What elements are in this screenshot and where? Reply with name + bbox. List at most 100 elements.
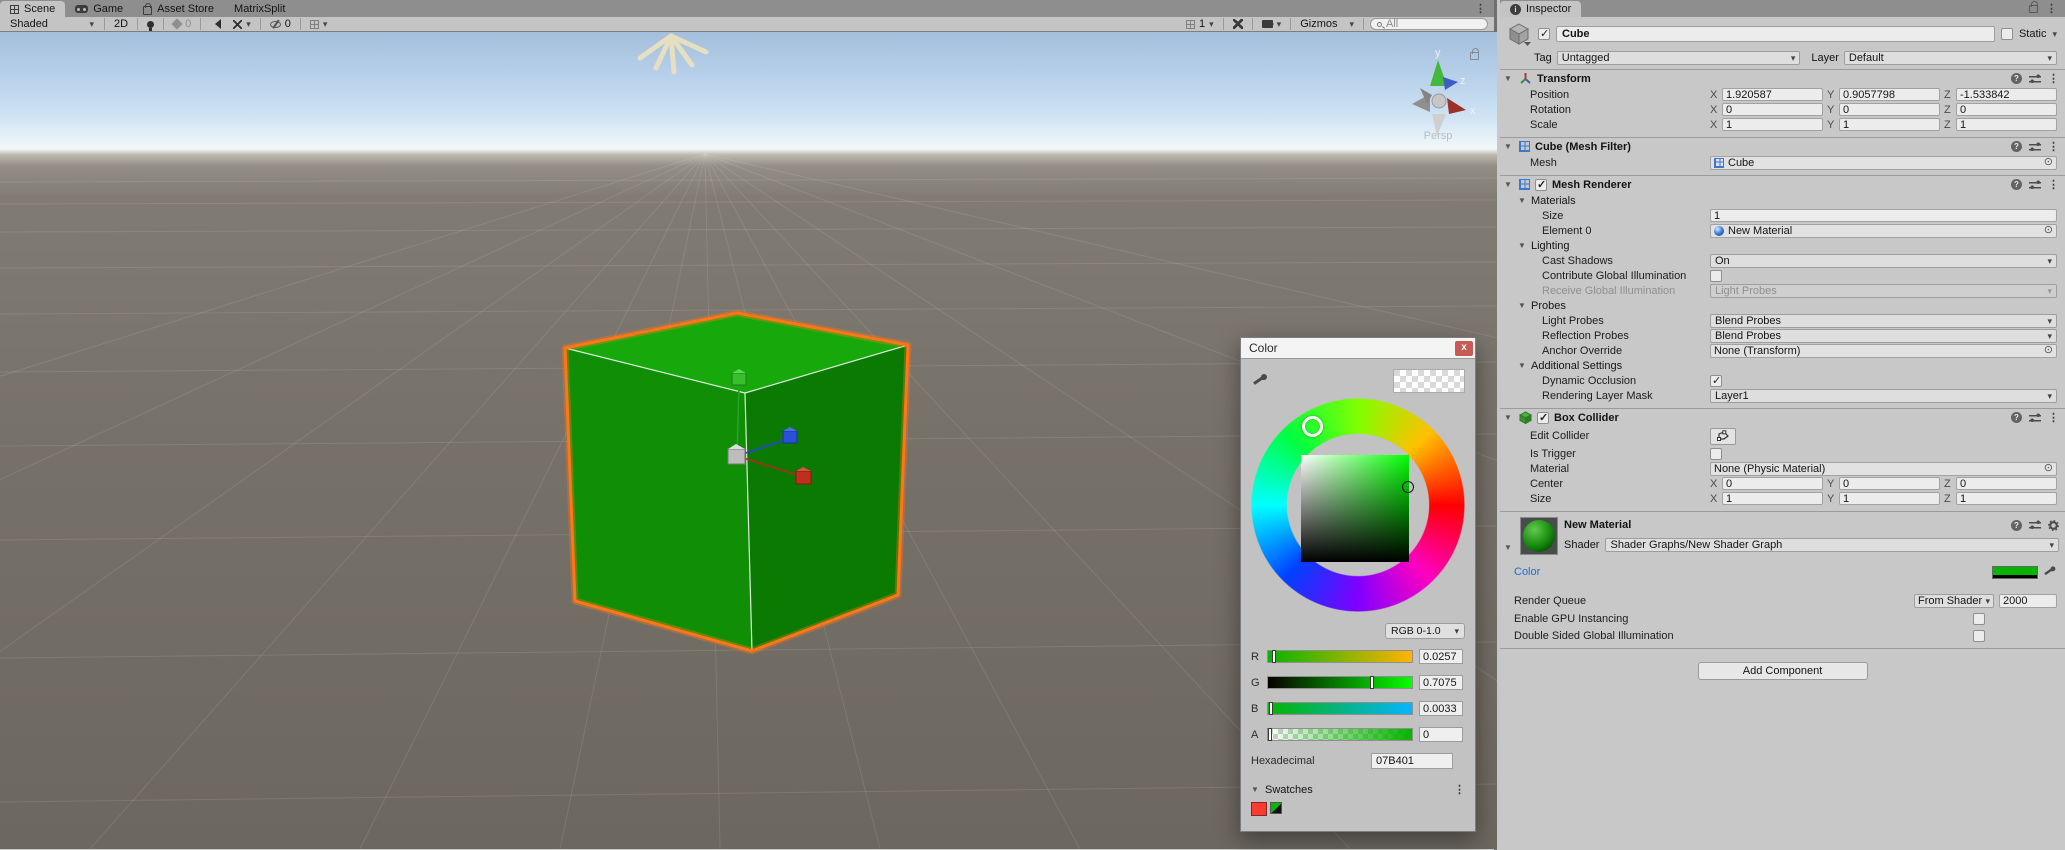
inspector-menu-icon[interactable]	[2046, 2, 2057, 15]
mesh-filter-menu-icon[interactable]	[2048, 140, 2059, 153]
scene-cube[interactable]	[565, 313, 908, 651]
position-z-field[interactable]: -1.533842	[1956, 88, 2057, 101]
rendering-layer-mask-dropdown[interactable]: Layer1	[1710, 389, 2057, 403]
toggle-2d-button[interactable]: 2D	[111, 18, 131, 31]
eyedropper-icon[interactable]	[1251, 373, 1267, 389]
position-x-field[interactable]: 1.920587	[1722, 88, 1823, 101]
tab-matrixsplit[interactable]: MatrixSplit	[224, 1, 295, 17]
rotation-x-field[interactable]: 0	[1722, 103, 1823, 116]
scene-camera-dropdown[interactable]	[1259, 18, 1285, 31]
preset-icon[interactable]	[2029, 179, 2041, 190]
tab-scene[interactable]: Scene	[0, 1, 65, 17]
mesh-renderer-foldout[interactable]	[1504, 180, 1514, 189]
help-icon[interactable]	[2011, 141, 2022, 152]
component-tools-button[interactable]	[1230, 18, 1246, 31]
close-button[interactable]: x	[1455, 341, 1473, 356]
gpu-instancing-checkbox[interactable]	[1973, 613, 1985, 625]
box-collider-enabled-checkbox[interactable]	[1537, 412, 1549, 424]
slider-track-a[interactable]	[1267, 728, 1413, 741]
swatch-green[interactable]	[1270, 802, 1282, 814]
size-y-field[interactable]: 1	[1839, 492, 1940, 505]
object-picker-icon[interactable]	[2044, 157, 2053, 168]
mesh-filter-foldout[interactable]	[1504, 142, 1514, 151]
cast-shadows-dropdown[interactable]: On	[1710, 254, 2057, 268]
swatches-foldout[interactable]: Swatches	[1251, 784, 1313, 796]
hex-input[interactable]: 07B401	[1371, 753, 1453, 769]
slider-value-b[interactable]: 0.0033	[1419, 701, 1463, 716]
lighting-foldout[interactable]: Lighting	[1500, 238, 2065, 253]
help-icon[interactable]	[2011, 179, 2022, 190]
object-picker-icon[interactable]	[2044, 463, 2053, 474]
tab-inspector[interactable]: Inspector	[1500, 1, 1581, 17]
double-sided-gi-checkbox[interactable]	[1973, 630, 1985, 642]
grid-visibility-dropdown[interactable]	[307, 18, 331, 31]
scene-lighting-button[interactable]	[144, 18, 157, 31]
mesh-object-field[interactable]: Cube	[1710, 156, 2057, 170]
saturation-value-square[interactable]	[1301, 455, 1409, 562]
hidden-objects-button[interactable]: 0	[267, 18, 294, 31]
slider-value-a[interactable]: 0	[1419, 727, 1463, 742]
layer-dropdown[interactable]: Default	[1844, 51, 2057, 65]
help-icon[interactable]	[2011, 412, 2022, 423]
additional-settings-foldout[interactable]: Additional Settings	[1500, 358, 2065, 373]
tab-game[interactable]: Game	[65, 1, 133, 17]
mesh-renderer-enabled-checkbox[interactable]	[1535, 179, 1547, 191]
preset-icon[interactable]	[2029, 141, 2041, 152]
material-color-swatch[interactable]	[1992, 566, 2038, 579]
scene-audio-button[interactable]	[207, 18, 224, 31]
gameobject-name-field[interactable]: Cube	[1556, 26, 1995, 42]
scene-tab-menu-icon[interactable]	[1475, 2, 1486, 15]
gizmos-dropdown[interactable]: Gizmos	[1297, 18, 1340, 31]
preset-icon[interactable]	[2029, 520, 2041, 531]
dynamic-occlusion-checkbox[interactable]	[1710, 375, 1722, 387]
color-dialog-titlebar[interactable]: Color x	[1241, 338, 1475, 359]
tag-dropdown[interactable]: Untagged	[1557, 51, 1801, 65]
gizmo-center[interactable]	[1432, 94, 1446, 108]
object-picker-icon[interactable]	[2044, 345, 2053, 356]
material-preview-thumbnail[interactable]	[1520, 517, 1558, 555]
swatches-menu-icon[interactable]	[1454, 783, 1465, 796]
gizmo-cone-x[interactable]	[1447, 98, 1466, 114]
scene-effects-dropdown[interactable]	[230, 18, 254, 31]
hue-ring-marker[interactable]	[1302, 416, 1323, 437]
gear-icon[interactable]	[2048, 520, 2059, 531]
gizmo-lock-icon[interactable]	[1470, 52, 1479, 60]
help-icon[interactable]	[2011, 520, 2022, 531]
anchor-override-field[interactable]: None (Transform)	[1710, 344, 2057, 358]
reflection-probes-dropdown[interactable]: Blend Probes	[1710, 329, 2057, 343]
materials-size-field[interactable]: 1	[1710, 209, 2057, 222]
size-x-field[interactable]: 1	[1722, 492, 1823, 505]
inspector-lock-icon[interactable]	[2029, 5, 2038, 13]
box-collider-menu-icon[interactable]	[2048, 411, 2059, 424]
sv-marker[interactable]	[1402, 481, 1414, 493]
scale-x-field[interactable]: 1	[1722, 118, 1823, 131]
physic-material-field[interactable]: None (Physic Material)	[1710, 462, 2057, 476]
help-icon[interactable]	[2011, 73, 2022, 84]
edit-collider-button[interactable]	[1710, 428, 1736, 445]
gizmos-caret[interactable]	[1346, 18, 1357, 31]
probes-foldout[interactable]: Probes	[1500, 298, 2065, 313]
preset-icon[interactable]	[2029, 73, 2041, 84]
object-picker-icon[interactable]	[2044, 225, 2053, 236]
persp-label[interactable]: Persp	[1398, 130, 1478, 142]
center-z-field[interactable]: 0	[1956, 477, 2057, 490]
material-foldout[interactable]	[1504, 543, 1514, 555]
add-component-button[interactable]: Add Component	[1698, 662, 1868, 680]
slider-track-r[interactable]	[1267, 650, 1413, 663]
is-trigger-checkbox[interactable]	[1710, 448, 1722, 460]
light-probes-dropdown[interactable]: Blend Probes	[1710, 314, 2057, 328]
camera-flare-toggle[interactable]: 0	[170, 18, 194, 31]
slider-track-b[interactable]	[1267, 702, 1413, 715]
slider-track-g[interactable]	[1267, 676, 1413, 689]
swatch-red[interactable]	[1251, 802, 1267, 816]
color-mode-dropdown[interactable]: RGB 0-1.0	[1385, 623, 1465, 639]
color-eyedropper-icon[interactable]	[2043, 566, 2056, 579]
mesh-renderer-menu-icon[interactable]	[2048, 178, 2059, 191]
center-y-field[interactable]: 0	[1839, 477, 1940, 490]
static-checkbox[interactable]	[2001, 28, 2013, 40]
gameobject-cube-icon[interactable]	[1506, 21, 1532, 47]
contribute-gi-checkbox[interactable]	[1710, 270, 1722, 282]
position-y-field[interactable]: 0.9057798	[1839, 88, 1940, 101]
slider-value-g[interactable]: 0.7075	[1419, 675, 1463, 690]
transform-menu-icon[interactable]	[2048, 72, 2059, 85]
